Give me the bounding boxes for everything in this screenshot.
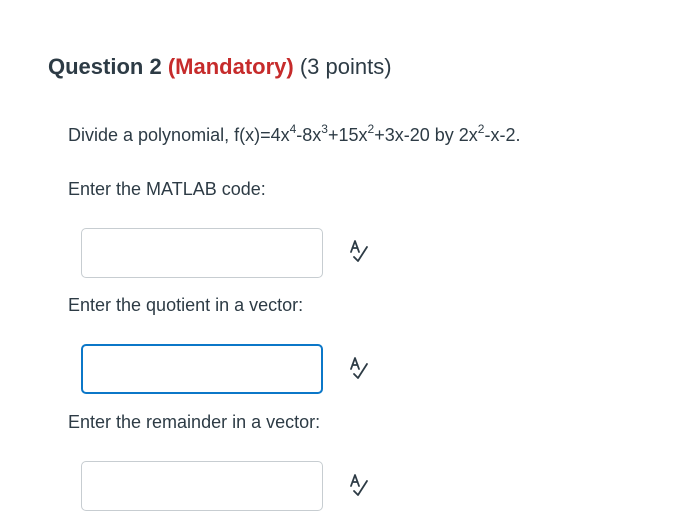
spell-check-icon[interactable]: [345, 472, 371, 498]
question-prompt: Divide a polynomial, f(x)=4x4-8x3+15x2+3…: [68, 122, 520, 148]
prompt-exponent: 4: [289, 122, 297, 136]
remainder-input[interactable]: [81, 461, 323, 511]
quiz-page: Question 2 (Mandatory) (3 points) Divide…: [0, 0, 673, 529]
prompt-text: +3x-20 by 2x: [374, 125, 478, 145]
prompt-text: +15x: [327, 125, 368, 145]
prompt-exponent: 3: [321, 122, 328, 136]
prompt-text: -8x: [296, 125, 322, 145]
matlab-code-label: Enter the MATLAB code:: [68, 179, 266, 199]
prompt-exponent: 2: [477, 122, 485, 136]
remainder-label: Enter the remainder in a vector:: [68, 412, 321, 432]
question-header: Question 2 (Mandatory) (3 points): [48, 52, 392, 82]
prompt-text: -x-2.: [484, 125, 521, 145]
mandatory-tag: (Mandatory): [167, 54, 294, 79]
spell-check-icon[interactable]: [345, 355, 371, 381]
matlab-code-input[interactable]: [81, 228, 323, 278]
prompt-exponent: 2: [367, 122, 375, 136]
spell-check-icon[interactable]: [345, 238, 371, 264]
prompt-text: Divide a polynomial, f(x)=4x: [68, 125, 290, 145]
quotient-input[interactable]: [81, 344, 323, 394]
quotient-label: Enter the quotient in a vector:: [68, 295, 304, 315]
question-points: (3 points): [299, 54, 392, 79]
question-title: Question 2: [48, 54, 162, 79]
